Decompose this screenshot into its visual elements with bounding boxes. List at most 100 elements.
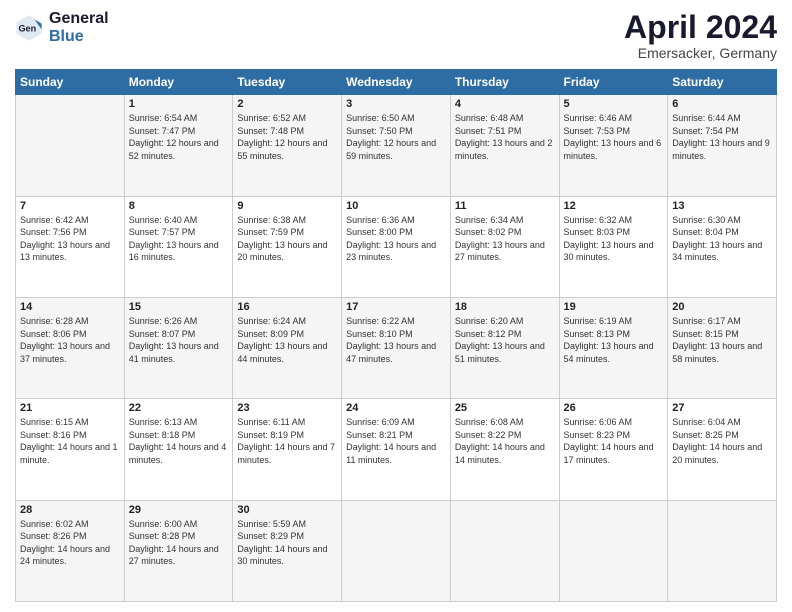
day-number: 28 [20, 504, 120, 516]
svg-text:Gen: Gen [19, 23, 37, 33]
day-number: 16 [237, 301, 337, 313]
day-info: Sunrise: 6:48 AMSunset: 7:51 PMDaylight:… [455, 112, 555, 162]
calendar-cell: 22Sunrise: 6:13 AMSunset: 8:18 PMDayligh… [124, 399, 233, 500]
day-info: Sunrise: 5:59 AMSunset: 8:29 PMDaylight:… [237, 518, 337, 568]
weekday-header-row: Sunday Monday Tuesday Wednesday Thursday… [16, 70, 777, 95]
calendar-cell [342, 500, 451, 601]
calendar-table: Sunday Monday Tuesday Wednesday Thursday… [15, 69, 777, 602]
day-info: Sunrise: 6:42 AMSunset: 7:56 PMDaylight:… [20, 214, 120, 264]
day-number: 30 [237, 504, 337, 516]
day-number: 14 [20, 301, 120, 313]
day-info: Sunrise: 6:50 AMSunset: 7:50 PMDaylight:… [346, 112, 446, 162]
header-monday: Monday [124, 70, 233, 95]
day-number: 20 [672, 301, 772, 313]
day-info: Sunrise: 6:02 AMSunset: 8:26 PMDaylight:… [20, 518, 120, 568]
day-number: 12 [564, 200, 664, 212]
day-number: 10 [346, 200, 446, 212]
day-info: Sunrise: 6:44 AMSunset: 7:54 PMDaylight:… [672, 112, 772, 162]
calendar-cell: 23 Sunrise: 6:11 AMSunset: 8:19 PMDayligh… [233, 399, 342, 500]
day-info: Sunrise: 6:28 AMSunset: 8:06 PMDaylight:… [20, 315, 120, 365]
calendar-cell [559, 500, 668, 601]
day-info: Sunrise: 6:13 AMSunset: 8:18 PMDaylight:… [129, 416, 229, 466]
day-info: Sunrise: 6:11 AMSunset: 8:19 PMDaylight:… [237, 416, 337, 466]
day-info: Sunrise: 6:24 AMSunset: 8:09 PMDaylight:… [237, 315, 337, 365]
day-number: 2 [237, 98, 337, 110]
calendar-cell: 5 Sunrise: 6:46 AMSunset: 7:53 PMDaylight… [559, 95, 668, 196]
calendar-cell: 30 Sunrise: 5:59 AMSunset: 8:29 PMDayligh… [233, 500, 342, 601]
header-friday: Friday [559, 70, 668, 95]
day-number: 4 [455, 98, 555, 110]
day-number: 15 [129, 301, 229, 313]
day-info: Sunrise: 6:22 AMSunset: 8:10 PMDaylight:… [346, 315, 446, 365]
calendar-week-4: 21 Sunrise: 6:15 AMSunset: 8:16 PMDayligh… [16, 399, 777, 500]
header-tuesday: Tuesday [233, 70, 342, 95]
day-info: Sunrise: 6:30 AMSunset: 8:04 PMDaylight:… [672, 214, 772, 264]
logo-general-text: General [49, 10, 109, 28]
calendar-cell: 27 Sunrise: 6:04 AMSunset: 8:25 PMDayligh… [668, 399, 777, 500]
logo-text: General Blue [49, 10, 109, 45]
calendar-body: 1Sunrise: 6:54 AMSunset: 7:47 PMDaylight… [16, 95, 777, 602]
day-number: 29 [129, 504, 229, 516]
day-number: 7 [20, 200, 120, 212]
header-wednesday: Wednesday [342, 70, 451, 95]
calendar-cell: 7 Sunrise: 6:42 AMSunset: 7:56 PMDaylight… [16, 196, 125, 297]
calendar-cell: 20 Sunrise: 6:17 AMSunset: 8:15 PMDayligh… [668, 297, 777, 398]
day-number: 27 [672, 402, 772, 414]
day-number: 11 [455, 200, 555, 212]
header: Gen General Blue April 2024 Emersacker, … [15, 10, 777, 61]
calendar-cell: 24Sunrise: 6:09 AMSunset: 8:21 PMDayligh… [342, 399, 451, 500]
day-number: 21 [20, 402, 120, 414]
day-info: Sunrise: 6:46 AMSunset: 7:53 PMDaylight:… [564, 112, 664, 162]
day-number: 9 [237, 200, 337, 212]
calendar-cell: 8Sunrise: 6:40 AMSunset: 7:57 PMDaylight… [124, 196, 233, 297]
day-number: 5 [564, 98, 664, 110]
day-info: Sunrise: 6:04 AMSunset: 8:25 PMDaylight:… [672, 416, 772, 466]
day-info: Sunrise: 6:34 AMSunset: 8:02 PMDaylight:… [455, 214, 555, 264]
title-block: April 2024 Emersacker, Germany [624, 10, 777, 61]
day-info: Sunrise: 6:17 AMSunset: 8:15 PMDaylight:… [672, 315, 772, 365]
calendar: Sunday Monday Tuesday Wednesday Thursday… [15, 69, 777, 602]
logo: Gen General Blue [15, 10, 109, 45]
calendar-cell [668, 500, 777, 601]
calendar-week-1: 1Sunrise: 6:54 AMSunset: 7:47 PMDaylight… [16, 95, 777, 196]
calendar-cell: 6 Sunrise: 6:44 AMSunset: 7:54 PMDaylight… [668, 95, 777, 196]
day-number: 25 [455, 402, 555, 414]
calendar-cell: 1Sunrise: 6:54 AMSunset: 7:47 PMDaylight… [124, 95, 233, 196]
calendar-cell: 19Sunrise: 6:19 AMSunset: 8:13 PMDayligh… [559, 297, 668, 398]
day-info: Sunrise: 6:54 AMSunset: 7:47 PMDaylight:… [129, 112, 229, 162]
calendar-week-3: 14 Sunrise: 6:28 AMSunset: 8:06 PMDayligh… [16, 297, 777, 398]
day-info: Sunrise: 6:36 AMSunset: 8:00 PMDaylight:… [346, 214, 446, 264]
calendar-cell: 16 Sunrise: 6:24 AMSunset: 8:09 PMDayligh… [233, 297, 342, 398]
logo-icon: Gen [15, 14, 43, 42]
calendar-cell: 21 Sunrise: 6:15 AMSunset: 8:16 PMDayligh… [16, 399, 125, 500]
page: Gen General Blue April 2024 Emersacker, … [0, 0, 792, 612]
calendar-cell: 13Sunrise: 6:30 AMSunset: 8:04 PMDayligh… [668, 196, 777, 297]
calendar-cell: 29Sunrise: 6:00 AMSunset: 8:28 PMDayligh… [124, 500, 233, 601]
day-info: Sunrise: 6:08 AMSunset: 8:22 PMDaylight:… [455, 416, 555, 466]
day-info: Sunrise: 6:06 AMSunset: 8:23 PMDaylight:… [564, 416, 664, 466]
calendar-cell: 10 Sunrise: 6:36 AMSunset: 8:00 PMDayligh… [342, 196, 451, 297]
calendar-cell: 15Sunrise: 6:26 AMSunset: 8:07 PMDayligh… [124, 297, 233, 398]
day-info: Sunrise: 6:19 AMSunset: 8:13 PMDaylight:… [564, 315, 664, 365]
day-number: 6 [672, 98, 772, 110]
calendar-cell: 2Sunrise: 6:52 AMSunset: 7:48 PMDaylight… [233, 95, 342, 196]
calendar-header: Sunday Monday Tuesday Wednesday Thursday… [16, 70, 777, 95]
day-number: 24 [346, 402, 446, 414]
day-info: Sunrise: 6:20 AMSunset: 8:12 PMDaylight:… [455, 315, 555, 365]
calendar-cell [16, 95, 125, 196]
calendar-cell: 11 Sunrise: 6:34 AMSunset: 8:02 PMDayligh… [450, 196, 559, 297]
calendar-cell: 25 Sunrise: 6:08 AMSunset: 8:22 PMDayligh… [450, 399, 559, 500]
calendar-cell: 17 Sunrise: 6:22 AMSunset: 8:10 PMDayligh… [342, 297, 451, 398]
header-thursday: Thursday [450, 70, 559, 95]
calendar-week-2: 7 Sunrise: 6:42 AMSunset: 7:56 PMDaylight… [16, 196, 777, 297]
calendar-week-5: 28 Sunrise: 6:02 AMSunset: 8:26 PMDayligh… [16, 500, 777, 601]
day-number: 23 [237, 402, 337, 414]
month-title: April 2024 [624, 10, 777, 45]
header-sunday: Sunday [16, 70, 125, 95]
day-number: 17 [346, 301, 446, 313]
calendar-cell [450, 500, 559, 601]
day-number: 3 [346, 98, 446, 110]
day-number: 8 [129, 200, 229, 212]
day-info: Sunrise: 6:15 AMSunset: 8:16 PMDaylight:… [20, 416, 120, 466]
calendar-cell: 26Sunrise: 6:06 AMSunset: 8:23 PMDayligh… [559, 399, 668, 500]
